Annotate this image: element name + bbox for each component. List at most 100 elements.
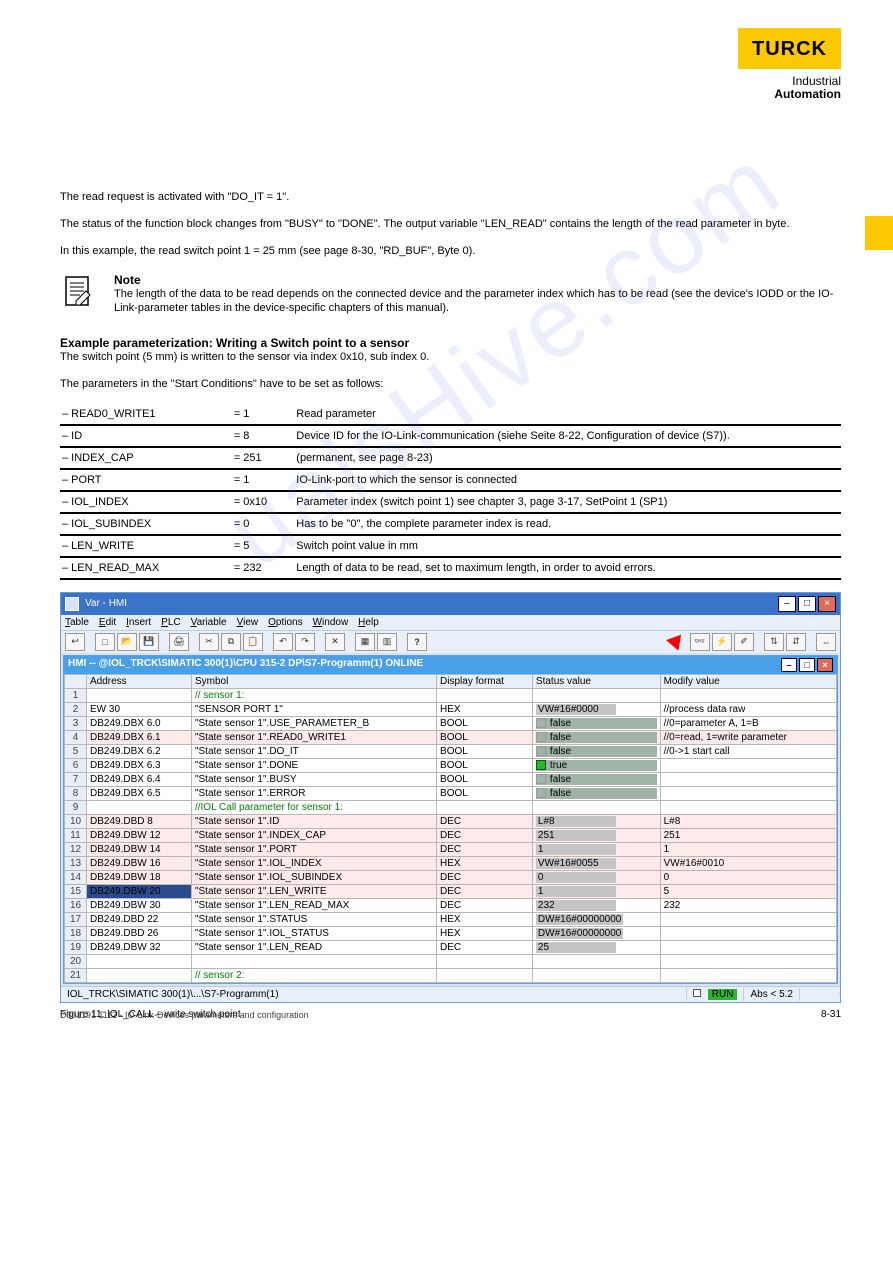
cell-address[interactable]: DB249.DBW 12 bbox=[87, 828, 192, 842]
cell-modify-value[interactable]: 5 bbox=[660, 884, 836, 898]
cell-symbol[interactable]: "State sensor 1".LEN_READ bbox=[191, 940, 436, 954]
cell-symbol[interactable]: "State sensor 1".STATUS bbox=[191, 912, 436, 926]
cell-symbol[interactable]: "State sensor 1".DONE bbox=[191, 758, 436, 772]
table-row[interactable]: 1 // sensor 1: bbox=[65, 688, 837, 702]
close-button[interactable]: × bbox=[818, 596, 836, 612]
cell-symbol[interactable]: "SENSOR PORT 1" bbox=[191, 702, 436, 716]
cell-status-value[interactable] bbox=[532, 954, 660, 968]
cell-format[interactable]: BOOL bbox=[437, 786, 533, 800]
tool-cut-icon[interactable]: ✂ bbox=[199, 633, 219, 651]
table-row[interactable]: 5 DB249.DBX 6.2 "State sensor 1".DO_IT B… bbox=[65, 744, 837, 758]
cell-format[interactable]: HEX bbox=[437, 856, 533, 870]
table-row[interactable]: 7 DB249.DBX 6.4 "State sensor 1".BUSY BO… bbox=[65, 772, 837, 786]
tool-modify-icon[interactable]: ⚡ bbox=[712, 633, 732, 651]
cell-symbol[interactable]: "State sensor 1".BUSY bbox=[191, 772, 436, 786]
menu-item[interactable]: Variable bbox=[191, 617, 227, 628]
cell-format[interactable]: HEX bbox=[437, 926, 533, 940]
cell-format[interactable] bbox=[437, 968, 533, 982]
column-header[interactable]: Symbol bbox=[191, 674, 436, 688]
cell-modify-value[interactable]: VW#16#0010 bbox=[660, 856, 836, 870]
menu-item[interactable]: PLC bbox=[161, 617, 180, 628]
cell-symbol[interactable]: //IOL Call parameter for sensor 1: bbox=[191, 800, 436, 814]
cell-format[interactable]: DEC bbox=[437, 884, 533, 898]
tool-copy-icon[interactable]: ⧉ bbox=[221, 633, 241, 651]
cell-symbol[interactable]: "State sensor 1".DO_IT bbox=[191, 744, 436, 758]
cell-modify-value[interactable]: //0=read, 1=write parameter bbox=[660, 730, 836, 744]
menu-item[interactable]: View bbox=[237, 617, 259, 628]
cell-address[interactable] bbox=[87, 688, 192, 702]
inner-minimize-button[interactable]: – bbox=[781, 658, 797, 672]
cell-address[interactable]: DB249.DBW 14 bbox=[87, 842, 192, 856]
cell-format[interactable]: BOOL bbox=[437, 744, 533, 758]
cell-status-value[interactable]: L#8 bbox=[532, 814, 660, 828]
column-header[interactable]: Address bbox=[87, 674, 192, 688]
menubar[interactable]: TableEditInsertPLCVariableViewOptionsWin… bbox=[61, 615, 840, 630]
tool-back-icon[interactable]: ↩ bbox=[65, 633, 85, 651]
tool-link-icon[interactable]: ⇔ bbox=[816, 633, 836, 651]
inner-maximize-button[interactable]: □ bbox=[799, 658, 815, 672]
cell-address[interactable]: DB249.DBW 18 bbox=[87, 870, 192, 884]
tool-mod2-icon[interactable]: ✐ bbox=[734, 633, 754, 651]
cell-status-value[interactable]: 25 bbox=[532, 940, 660, 954]
cell-address[interactable]: DB249.DBW 30 bbox=[87, 898, 192, 912]
table-row[interactable]: 6 DB249.DBX 6.3 "State sensor 1".DONE BO… bbox=[65, 758, 837, 772]
column-header[interactable]: Display format bbox=[437, 674, 533, 688]
menu-item[interactable]: Help bbox=[358, 617, 379, 628]
cell-modify-value[interactable]: 251 bbox=[660, 828, 836, 842]
table-row[interactable]: 13 DB249.DBW 16 "State sensor 1".IOL_IND… bbox=[65, 856, 837, 870]
table-row[interactable]: 4 DB249.DBX 6.1 "State sensor 1".READ0_W… bbox=[65, 730, 837, 744]
menu-item[interactable]: Insert bbox=[126, 617, 151, 628]
tool-help-icon[interactable]: ? bbox=[407, 633, 427, 651]
cell-modify-value[interactable]: //0->1 start call bbox=[660, 744, 836, 758]
cell-address[interactable] bbox=[87, 954, 192, 968]
cell-status-value[interactable]: true bbox=[532, 758, 660, 772]
cell-symbol[interactable]: "State sensor 1".USE_PARAMETER_B bbox=[191, 716, 436, 730]
table-row[interactable]: 10 DB249.DBD 8 "State sensor 1".ID DEC L… bbox=[65, 814, 837, 828]
tool-sync2-icon[interactable]: ⇵ bbox=[786, 633, 806, 651]
inner-titlebar[interactable]: HMI -- @IOL_TRCK\SIMATIC 300(1)\CPU 315-… bbox=[64, 656, 837, 674]
cell-status-value[interactable]: false bbox=[532, 716, 660, 730]
variable-table[interactable]: AddressSymbolDisplay formatStatus valueM… bbox=[64, 674, 837, 983]
variable-grid[interactable]: AddressSymbolDisplay formatStatus valueM… bbox=[64, 674, 837, 983]
cell-modify-value[interactable] bbox=[660, 772, 836, 786]
table-row[interactable]: 8 DB249.DBX 6.5 "State sensor 1".ERROR B… bbox=[65, 786, 837, 800]
cell-modify-value[interactable] bbox=[660, 800, 836, 814]
menu-item[interactable]: Table bbox=[65, 617, 89, 628]
tool-save-icon[interactable]: 💾 bbox=[139, 633, 159, 651]
cell-address[interactable]: DB249.DBX 6.5 bbox=[87, 786, 192, 800]
cell-status-value[interactable]: DW#16#00000000 bbox=[532, 926, 660, 940]
cell-symbol[interactable]: "State sensor 1".INDEX_CAP bbox=[191, 828, 436, 842]
cell-symbol[interactable]: "State sensor 1".READ0_WRITE1 bbox=[191, 730, 436, 744]
cell-address[interactable] bbox=[87, 800, 192, 814]
cell-modify-value[interactable] bbox=[660, 688, 836, 702]
minimize-button[interactable]: – bbox=[778, 596, 796, 612]
cell-format[interactable] bbox=[437, 688, 533, 702]
column-header[interactable]: Status value bbox=[532, 674, 660, 688]
cell-address[interactable]: DB249.DBW 32 bbox=[87, 940, 192, 954]
cell-format[interactable]: DEC bbox=[437, 898, 533, 912]
toolbar[interactable]: ↩ □ 📂 💾 🖨 ✂ ⧉ 📋 ↶ ↷ ✕ bbox=[61, 630, 840, 653]
cell-modify-value[interactable] bbox=[660, 926, 836, 940]
table-row[interactable]: 15 DB249.DBW 20 "State sensor 1".LEN_WRI… bbox=[65, 884, 837, 898]
table-row[interactable]: 21 // sensor 2: bbox=[65, 968, 837, 982]
table-row[interactable]: 17 DB249.DBD 22 "State sensor 1".STATUS … bbox=[65, 912, 837, 926]
cell-format[interactable]: DEC bbox=[437, 828, 533, 842]
tool-row-icon[interactable]: ▦ bbox=[355, 633, 375, 651]
table-row[interactable]: 2 EW 30 "SENSOR PORT 1" HEX VW#16#0000 /… bbox=[65, 702, 837, 716]
table-row[interactable]: 12 DB249.DBW 14 "State sensor 1".PORT DE… bbox=[65, 842, 837, 856]
cell-address[interactable]: DB249.DBD 26 bbox=[87, 926, 192, 940]
column-header[interactable] bbox=[65, 674, 87, 688]
cell-modify-value[interactable] bbox=[660, 954, 836, 968]
tool-delete-icon[interactable]: ✕ bbox=[325, 633, 345, 651]
cell-address[interactable] bbox=[87, 968, 192, 982]
cell-modify-value[interactable]: //process data raw bbox=[660, 702, 836, 716]
cell-status-value[interactable]: VW#16#0000 bbox=[532, 702, 660, 716]
table-row[interactable]: 16 DB249.DBW 30 "State sensor 1".LEN_REA… bbox=[65, 898, 837, 912]
table-row[interactable]: 19 DB249.DBW 32 "State sensor 1".LEN_REA… bbox=[65, 940, 837, 954]
maximize-button[interactable]: □ bbox=[798, 596, 816, 612]
cell-symbol[interactable]: "State sensor 1".IOL_STATUS bbox=[191, 926, 436, 940]
cell-address[interactable]: EW 30 bbox=[87, 702, 192, 716]
cell-format[interactable]: BOOL bbox=[437, 758, 533, 772]
cell-format[interactable]: BOOL bbox=[437, 716, 533, 730]
cell-modify-value[interactable]: //0=parameter A, 1=B bbox=[660, 716, 836, 730]
